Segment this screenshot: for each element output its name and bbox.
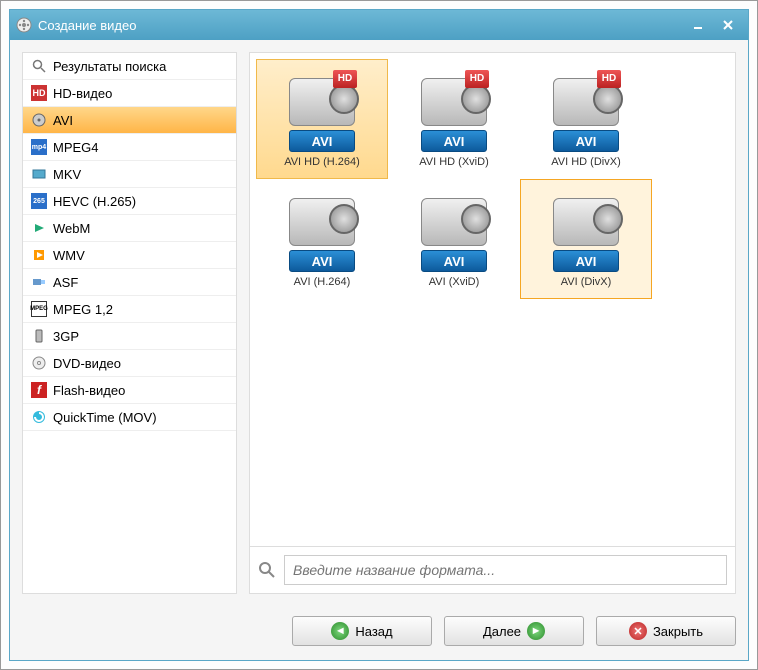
sidebar-item[interactable]: Результаты поиска [23, 53, 236, 80]
sidebar-item[interactable]: DVD-видео [23, 350, 236, 377]
hd-badge: HD [333, 70, 357, 88]
search-icon [31, 58, 47, 74]
camcorder-icon: AVI [413, 190, 495, 272]
sidebar-item[interactable]: 265 HEVC (H.265) [23, 188, 236, 215]
titlebar[interactable]: Создание видео [10, 10, 748, 40]
sidebar-item[interactable]: 3GP [23, 323, 236, 350]
back-button[interactable]: ◄ Назад [292, 616, 432, 646]
sidebar-item-label: MPEG 1,2 [53, 302, 113, 317]
format-badge: AVI [421, 250, 487, 272]
reel-icon [31, 112, 47, 128]
sidebar-item[interactable]: MPEG MPEG 1,2 [23, 296, 236, 323]
sidebar-item[interactable]: MKV [23, 161, 236, 188]
sidebar-item-label: WebM [53, 221, 90, 236]
camcorder-icon: AVI HD [545, 70, 627, 152]
format-badge: AVI [421, 130, 487, 152]
camcorder-icon: AVI HD [413, 70, 495, 152]
sidebar-item-label: HEVC (H.265) [53, 194, 136, 209]
sidebar-item[interactable]: QuickTime (MOV) [23, 404, 236, 431]
close-footer-button[interactable]: ✕ Закрыть [596, 616, 736, 646]
format-grid: AVIHDAVI HD (H.264)AVIHDAVI HD (XviD)AVI… [250, 53, 735, 546]
format-label: AVI HD (XviD) [419, 156, 488, 168]
window-title: Создание видео [38, 18, 136, 33]
sidebar-item[interactable]: f Flash-видео [23, 377, 236, 404]
sidebar-item[interactable]: WebM [23, 215, 236, 242]
format-label: AVI (XviD) [429, 276, 480, 288]
next-button[interactable]: Далее ► [444, 616, 584, 646]
sidebar-item-label: 3GP [53, 329, 79, 344]
format-thumb[interactable]: AVI AVI (H.264) [256, 179, 388, 299]
close-label: Закрыть [653, 624, 703, 639]
format-thumb[interactable]: AVI AVI (XviD) [388, 179, 520, 299]
arrow-right-icon: ► [527, 622, 545, 640]
camcorder-icon: AVI [281, 190, 363, 272]
next-label: Далее [483, 624, 521, 639]
webm-icon [31, 220, 47, 236]
mpeg-icon: MPEG [31, 301, 47, 317]
mkv-icon [31, 166, 47, 182]
sidebar: Результаты поиска HD HD-видео AVI mp4 MPEG4 MK… [22, 52, 237, 594]
mp4-icon: mp4 [31, 139, 47, 155]
search-icon [258, 561, 276, 579]
format-label: AVI (H.264) [294, 276, 351, 288]
sidebar-item-label: DVD-видео [53, 356, 121, 371]
wmv-icon [31, 247, 47, 263]
sidebar-item-label: MKV [53, 167, 81, 182]
sidebar-item-label: Flash-видео [53, 383, 125, 398]
camcorder-icon: AVI [545, 190, 627, 272]
window-frame: Создание видео Результаты поиска HD HD-вид… [9, 9, 749, 661]
sidebar-item[interactable]: WMV [23, 242, 236, 269]
sidebar-item-label: ASF [53, 275, 78, 290]
sidebar-item[interactable]: AVI [23, 107, 236, 134]
sidebar-item[interactable]: ASF [23, 269, 236, 296]
dvd-icon [31, 355, 47, 371]
format-badge: AVI [553, 250, 619, 272]
sidebar-item[interactable]: mp4 MPEG4 [23, 134, 236, 161]
sidebar-item-label: WMV [53, 248, 85, 263]
format-thumb[interactable]: AVI AVI (DivX) [520, 179, 652, 299]
close-icon: ✕ [629, 622, 647, 640]
content-panel: AVIHDAVI HD (H.264)AVIHDAVI HD (XviD)AVI… [249, 52, 736, 594]
qt-icon [31, 409, 47, 425]
camcorder-icon: AVI HD [281, 70, 363, 152]
minimize-button[interactable] [684, 16, 712, 34]
format-thumb[interactable]: AVI HD AVI HD (DivX) [520, 59, 652, 179]
footer: ◄ Назад Далее ► ✕ Закрыть [10, 606, 748, 660]
hd-badge: HD [465, 70, 489, 88]
app-icon [16, 17, 32, 33]
hd-icon: HD [31, 85, 47, 101]
format-badge: AVI [289, 130, 355, 152]
back-label: Назад [355, 624, 392, 639]
close-button[interactable] [714, 16, 742, 34]
format-label: AVI HD (DivX) [551, 156, 620, 168]
flash-icon: f [31, 382, 47, 398]
3gp-icon [31, 328, 47, 344]
arrow-left-icon: ◄ [331, 622, 349, 640]
sidebar-item-label: MPEG4 [53, 140, 99, 155]
format-thumb[interactable]: AVI HD AVI HD (H.264) [256, 59, 388, 179]
format-label: AVI HD (H.264) [284, 156, 360, 168]
format-badge: AVI [289, 250, 355, 272]
265-icon: 265 [31, 193, 47, 209]
sidebar-item[interactable]: HD HD-видео [23, 80, 236, 107]
format-thumb[interactable]: AVI HD AVI HD (XviD) [388, 59, 520, 179]
sidebar-item-label: Результаты поиска [53, 59, 166, 74]
sidebar-item-label: QuickTime (MOV) [53, 410, 157, 425]
sidebar-item-label: HD-видео [53, 86, 112, 101]
search-row [250, 546, 735, 593]
format-badge: AVI [553, 130, 619, 152]
search-input[interactable] [284, 555, 727, 585]
asf-icon [31, 274, 47, 290]
hd-badge: HD [597, 70, 621, 88]
sidebar-item-label: AVI [53, 113, 73, 128]
format-label: AVI (DivX) [561, 276, 612, 288]
